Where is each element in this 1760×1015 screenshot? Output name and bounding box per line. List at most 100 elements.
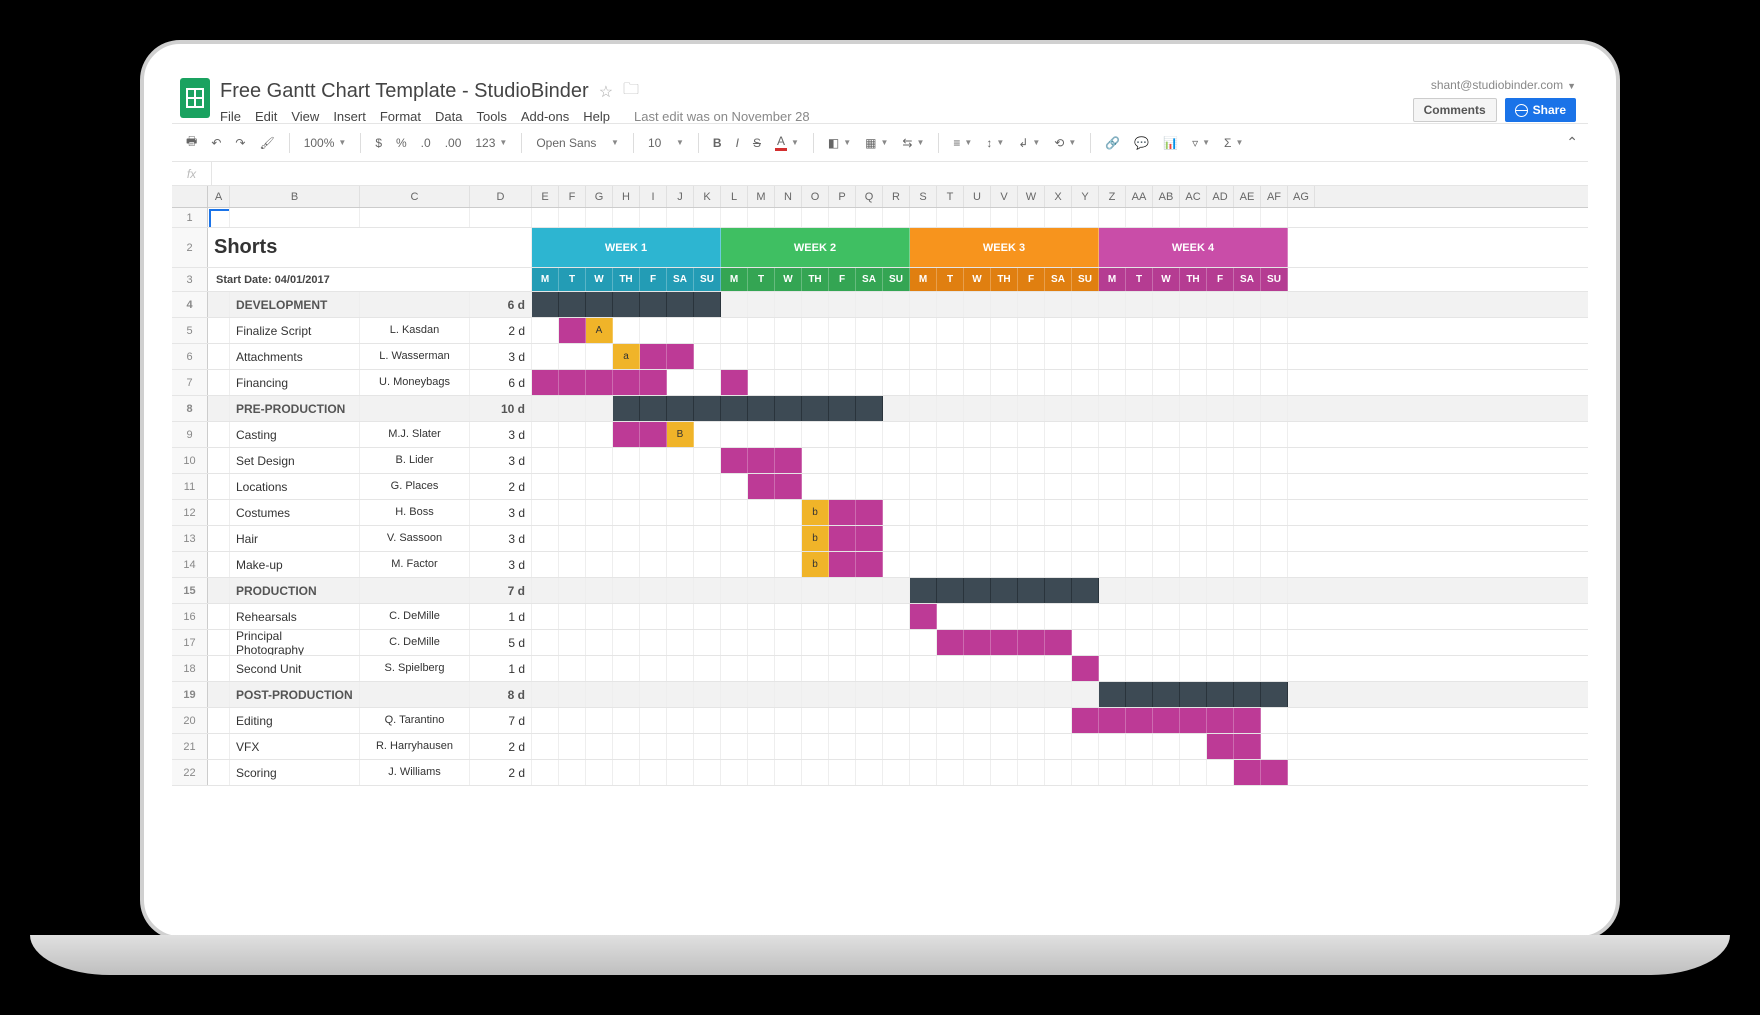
gantt-cell[interactable] [613, 682, 640, 707]
gantt-cell[interactable] [1045, 500, 1072, 525]
gantt-task-bar[interactable] [1207, 708, 1234, 733]
gantt-section-bar[interactable] [1207, 682, 1234, 707]
gantt-task-bar[interactable] [856, 500, 883, 525]
gantt-cell[interactable] [883, 448, 910, 473]
menu-file[interactable]: File [220, 109, 241, 124]
gantt-section-bar[interactable] [1045, 578, 1072, 603]
gantt-cell[interactable] [829, 734, 856, 759]
task-duration[interactable]: 6 d [470, 370, 532, 395]
day-header[interactable]: T [748, 268, 775, 291]
gantt-cell[interactable] [964, 396, 991, 421]
task-duration[interactable]: 3 d [470, 422, 532, 447]
gantt-cell[interactable] [1180, 292, 1207, 317]
task-owner[interactable]: J. Williams [360, 760, 470, 785]
gantt-cell[interactable] [1180, 552, 1207, 577]
paint-format-icon[interactable]: 🖌 [255, 134, 278, 152]
gantt-cell[interactable] [1099, 630, 1126, 655]
cell[interactable] [1072, 208, 1099, 227]
gantt-cell[interactable] [1153, 760, 1180, 785]
gantt-cell[interactable] [748, 370, 775, 395]
collapse-toolbar-icon[interactable]: ⌃ [1566, 134, 1578, 151]
star-icon[interactable]: ☆ [599, 82, 613, 102]
cell[interactable] [856, 208, 883, 227]
bold-icon[interactable]: B [709, 134, 726, 152]
task-name[interactable]: Locations [230, 474, 360, 499]
gantt-cell[interactable] [937, 474, 964, 499]
gantt-cell[interactable] [1261, 708, 1288, 733]
cell[interactable] [1180, 208, 1207, 227]
gantt-cell[interactable] [1153, 526, 1180, 551]
gantt-cell[interactable] [694, 734, 721, 759]
gantt-cell[interactable] [991, 708, 1018, 733]
gantt-cell[interactable] [640, 604, 667, 629]
gantt-cell[interactable] [1099, 396, 1126, 421]
gantt-cell[interactable] [1261, 370, 1288, 395]
gantt-task-bar[interactable] [1261, 760, 1288, 785]
gantt-cell[interactable] [964, 318, 991, 343]
gantt-cell[interactable] [1207, 396, 1234, 421]
col-hdr[interactable]: Q [856, 186, 883, 207]
gantt-cell[interactable] [856, 630, 883, 655]
day-header[interactable]: M [1099, 268, 1126, 291]
col-hdr[interactable]: C [360, 186, 470, 207]
gantt-cell[interactable] [1018, 708, 1045, 733]
gantt-section-bar[interactable] [1234, 682, 1261, 707]
gantt-cell[interactable] [1153, 318, 1180, 343]
gantt-cell[interactable] [748, 578, 775, 603]
col-hdr[interactable]: W [1018, 186, 1045, 207]
gantt-task-bar[interactable] [1207, 734, 1234, 759]
gantt-cell[interactable] [802, 370, 829, 395]
gantt-cell[interactable] [1261, 292, 1288, 317]
gantt-cell[interactable] [667, 578, 694, 603]
gantt-cell[interactable] [856, 370, 883, 395]
gantt-cell[interactable] [802, 630, 829, 655]
gantt-cell[interactable] [667, 760, 694, 785]
gantt-cell[interactable] [1207, 578, 1234, 603]
gantt-cell[interactable] [1072, 344, 1099, 369]
cell[interactable] [883, 208, 910, 227]
cell[interactable] [937, 208, 964, 227]
gantt-section-bar[interactable] [640, 292, 667, 317]
gantt-cell[interactable] [748, 318, 775, 343]
row-header[interactable]: 17 [172, 630, 208, 655]
gantt-cell[interactable] [1045, 318, 1072, 343]
gantt-cell[interactable] [721, 578, 748, 603]
gantt-cell[interactable] [1153, 604, 1180, 629]
dec-increase-icon[interactable]: .00 [441, 134, 466, 152]
gantt-section-bar[interactable] [694, 396, 721, 421]
section-name[interactable]: PRODUCTION [230, 578, 360, 603]
cell[interactable] [802, 208, 829, 227]
gantt-section-bar[interactable] [775, 396, 802, 421]
gantt-cell[interactable] [1018, 344, 1045, 369]
task-duration[interactable]: 2 d [470, 760, 532, 785]
task-owner[interactable]: S. Spielberg [360, 656, 470, 681]
task-name[interactable]: Make-up [230, 552, 360, 577]
col-hdr[interactable]: D [470, 186, 532, 207]
gantt-cell[interactable] [1234, 630, 1261, 655]
section-duration[interactable]: 10 d [470, 396, 532, 421]
gantt-cell[interactable] [1099, 734, 1126, 759]
gantt-cell[interactable] [937, 292, 964, 317]
cell[interactable] [640, 208, 667, 227]
gantt-cell[interactable] [1207, 630, 1234, 655]
gantt-cell[interactable] [937, 604, 964, 629]
gantt-milestone[interactable]: B [667, 422, 694, 447]
gantt-cell[interactable] [1153, 500, 1180, 525]
task-duration[interactable]: 3 d [470, 344, 532, 369]
cell[interactable] [360, 682, 470, 707]
gantt-cell[interactable] [1180, 604, 1207, 629]
gantt-cell[interactable] [1018, 396, 1045, 421]
task-name[interactable]: Costumes [230, 500, 360, 525]
gantt-cell[interactable] [829, 578, 856, 603]
doc-title[interactable]: Free Gantt Chart Template - StudioBinder… [220, 78, 1413, 105]
gantt-cell[interactable] [937, 448, 964, 473]
gantt-cell[interactable] [1099, 552, 1126, 577]
task-name[interactable]: Financing [230, 370, 360, 395]
week-header[interactable]: WEEK 2 [721, 228, 910, 267]
gantt-cell[interactable] [775, 656, 802, 681]
gantt-cell[interactable] [937, 760, 964, 785]
cell[interactable] [208, 630, 230, 655]
day-header[interactable]: SA [856, 268, 883, 291]
gantt-cell[interactable] [1126, 344, 1153, 369]
gantt-cell[interactable] [1153, 630, 1180, 655]
